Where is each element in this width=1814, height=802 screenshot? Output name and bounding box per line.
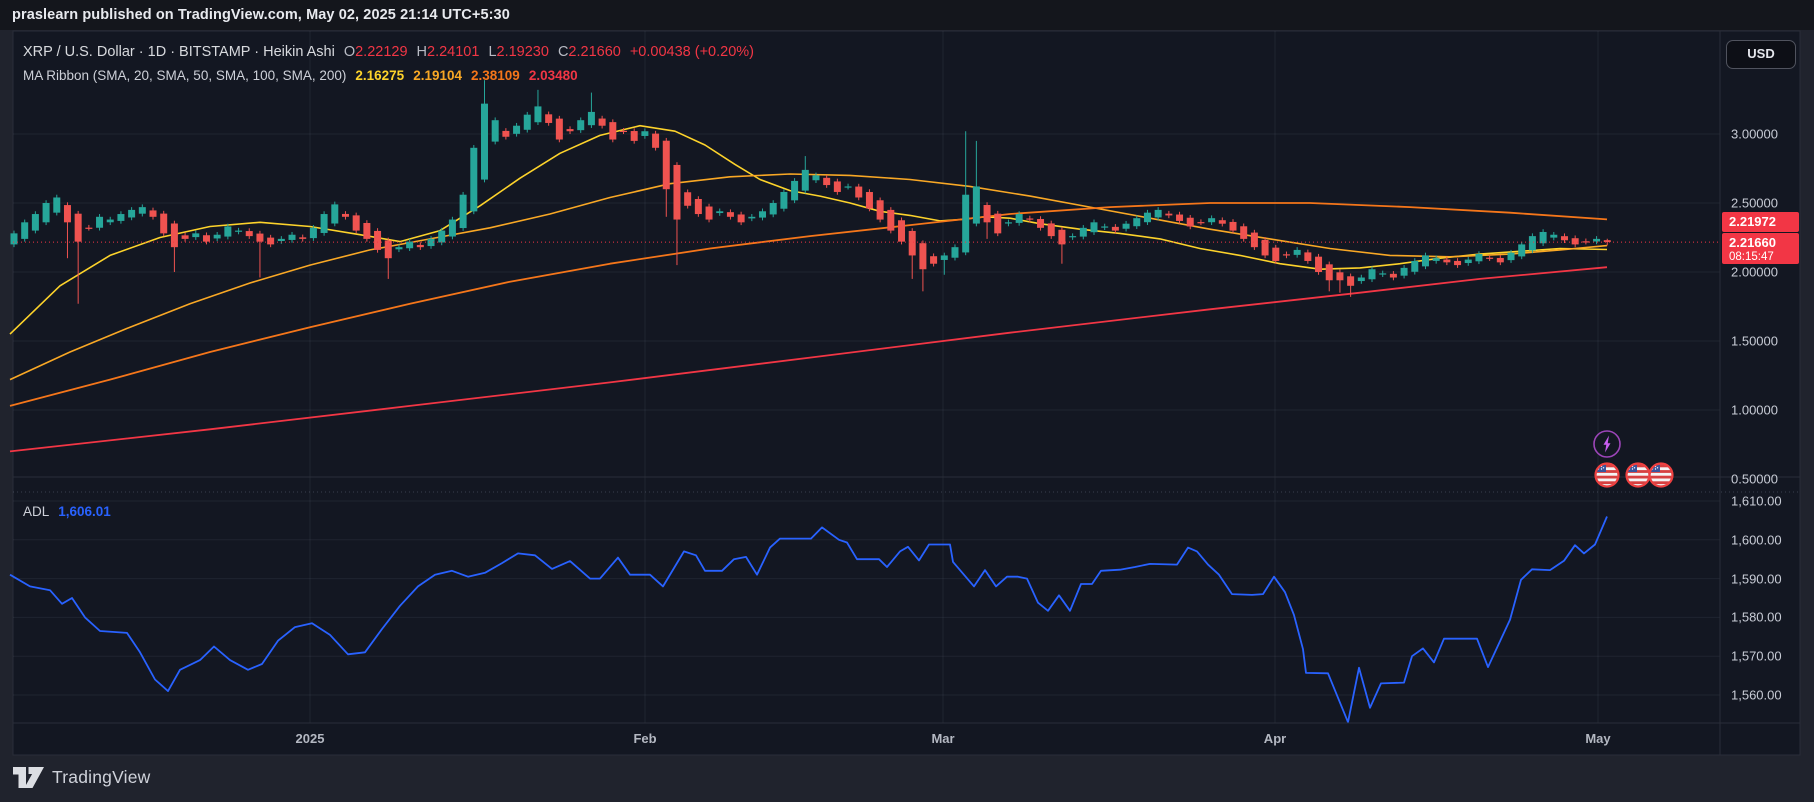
last-price-badge: 2.21660 08:15:47 — [1722, 233, 1799, 264]
chart-canvas[interactable] — [0, 0, 1814, 802]
time-axis-label: 2025 — [295, 731, 325, 746]
open-value: 2.22129 — [355, 44, 408, 60]
ma-ribbon-title: MA Ribbon (SMA, 20, SMA, 50, SMA, 100, S… — [23, 68, 347, 83]
time-axis-label: May — [1585, 731, 1611, 746]
footer-brand-row[interactable]: TradingView — [13, 764, 151, 790]
price-axis-label: 2.00000 — [1731, 264, 1778, 280]
price-axis-label: 2.50000 — [1731, 195, 1778, 211]
adl-axis-label: 1,580.00 — [1731, 609, 1782, 625]
low-label: L — [488, 44, 497, 60]
close-label: C — [557, 44, 569, 60]
adl-axis-label: 1,560.00 — [1731, 687, 1782, 703]
sma100-value: 2.38109 — [471, 68, 520, 83]
flash-event-icon[interactable] — [1593, 430, 1621, 458]
high-value: 2.24101 — [427, 44, 480, 60]
sma50-value: 2.19104 — [413, 68, 463, 83]
adl-axis-label: 1,570.00 — [1731, 648, 1782, 664]
adl-value: 1,606.01 — [58, 504, 111, 519]
secondary-price-badge: 2.21972 — [1722, 212, 1799, 232]
low-value: 2.19230 — [496, 44, 549, 60]
price-axis-label: 3.00000 — [1731, 126, 1778, 142]
us-flag-event-icon[interactable] — [1594, 462, 1620, 488]
tradingview-logo-icon — [13, 766, 44, 788]
sma200-value: 2.03480 — [528, 68, 578, 83]
tradingview-snapshot-page: praslearn published on TradingView.com, … — [0, 0, 1814, 802]
adl-title: ADL — [23, 504, 50, 519]
time-axis-label: Mar — [931, 731, 955, 746]
open-label: O — [343, 44, 356, 60]
us-flag-event-icon[interactable] — [1625, 462, 1651, 488]
adl-axis-label: 1,600.00 — [1731, 532, 1782, 548]
adl-axis-label: 1,610.00 — [1731, 493, 1782, 509]
ma-ribbon-legend-row[interactable]: MA Ribbon (SMA, 20, SMA, 50, SMA, 100, S… — [23, 68, 578, 83]
time-axis-label: Feb — [633, 731, 657, 746]
chart-widget-bg — [12, 30, 1801, 756]
last-price-value: 2.21660 — [1729, 235, 1776, 250]
bar-countdown: 08:15:47 — [1729, 251, 1774, 263]
symbol-title: XRP / U.S. Dollar · 1D · BITSTAMP · Heik… — [23, 44, 335, 60]
high-label: H — [416, 44, 428, 60]
time-axis-label: Apr — [1263, 731, 1287, 746]
price-axis-label: 1.00000 — [1731, 402, 1778, 418]
price-axis-label: 0.50000 — [1731, 471, 1778, 487]
sma20-value: 2.16275 — [355, 68, 405, 83]
change-value: +0.00438 (+0.20%) — [629, 44, 754, 60]
tradingview-brand-text: TradingView — [52, 766, 151, 787]
close-value: 2.21660 — [568, 44, 621, 60]
symbol-legend-row[interactable]: XRP / U.S. Dollar · 1D · BITSTAMP · Heik… — [23, 44, 754, 60]
adl-axis-label: 1,590.00 — [1731, 571, 1782, 587]
adl-legend-row[interactable]: ADL 1,606.01 — [23, 504, 111, 519]
currency-toggle-button[interactable]: USD — [1726, 40, 1796, 69]
us-flag-event-icon[interactable] — [1648, 462, 1674, 488]
price-axis-label: 1.50000 — [1731, 333, 1778, 349]
